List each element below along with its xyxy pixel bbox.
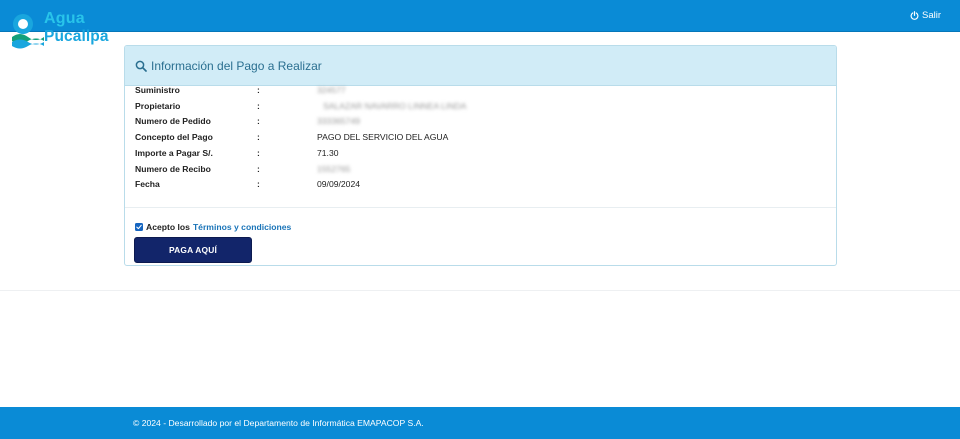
search-icon <box>135 60 147 72</box>
card-header: Información del Pago a Realizar <box>125 46 836 86</box>
logout-button[interactable]: Salir <box>910 10 941 21</box>
detail-label: Fecha <box>135 179 160 190</box>
payment-info-card: Información del Pago a Realizar Suminist… <box>124 45 837 266</box>
terms-label: Acepto los <box>146 222 190 232</box>
logo-wordmark: Agua Pucallpa <box>44 11 109 45</box>
logo-line-2: Pucallpa <box>44 28 109 45</box>
detail-label: Numero de Pedido <box>135 116 211 127</box>
detail-row-fecha: Fecha : 09/09/2024 <box>135 179 825 195</box>
power-icon <box>910 11 919 20</box>
detail-row-importe: Importe a Pagar S/. : 71.30 <box>135 148 825 164</box>
detail-value-redacted: 1552765 <box>317 163 351 174</box>
logo-line-1: Agua <box>44 10 85 27</box>
card-title: Información del Pago a Realizar <box>151 58 322 73</box>
detail-value-redacted: SALAZAR NAVARRO LINNEA LINDA <box>323 100 467 111</box>
detail-row-numero-recibo: Numero de Recibo : 1552765 <box>135 164 825 180</box>
detail-value-redacted: 324577 <box>317 85 346 95</box>
detail-value: 09/09/2024 <box>317 179 361 190</box>
detail-label: Concepto del Pago <box>135 132 213 143</box>
terms-checkbox[interactable] <box>135 223 143 231</box>
detail-colon: : <box>257 100 260 111</box>
detail-value: 71.30 <box>317 147 339 158</box>
detail-label: Propietario <box>135 100 181 111</box>
detail-colon: : <box>257 116 260 127</box>
detail-label: Numero de Recibo <box>135 163 211 174</box>
detail-label: Importe a Pagar S/. <box>135 147 213 158</box>
checkmark-icon <box>136 224 142 230</box>
detail-colon: : <box>257 179 260 190</box>
page-divider <box>0 290 960 291</box>
detail-value-redacted: 333365749 <box>317 116 361 127</box>
agua-pucallpa-logo[interactable]: Agua Pucallpa <box>10 11 110 53</box>
detail-colon: : <box>257 85 260 95</box>
detail-value: PAGO DEL SERVICIO DEL AGUA <box>317 132 449 143</box>
detail-row-suministro: Suministro : 324577 <box>135 85 825 101</box>
footer: © 2024 - Desarrollado por el Departament… <box>0 407 960 439</box>
detail-row-propietario: Propietario : SALAZAR NAVARRO LINNEA LIN… <box>135 101 825 117</box>
terms-consent: Acepto los Términos y condiciones <box>135 222 291 232</box>
footer-text: © 2024 - Desarrollado por el Departament… <box>133 418 424 428</box>
divider <box>125 207 836 208</box>
detail-colon: : <box>257 132 260 143</box>
detail-colon: : <box>257 147 260 158</box>
detail-colon: : <box>257 163 260 174</box>
pay-button[interactable]: PAGA AQUÍ <box>134 237 252 263</box>
logout-label: Salir <box>921 10 941 21</box>
top-navbar <box>0 0 960 32</box>
water-drop-logo-icon <box>12 14 44 49</box>
detail-label: Suministro <box>135 85 180 95</box>
detail-row-numero-pedido: Numero de Pedido : 333365749 <box>135 116 825 132</box>
detail-row-concepto: Concepto del Pago : PAGO DEL SERVICIO DE… <box>135 132 825 148</box>
terms-link[interactable]: Términos y condiciones <box>193 222 291 232</box>
